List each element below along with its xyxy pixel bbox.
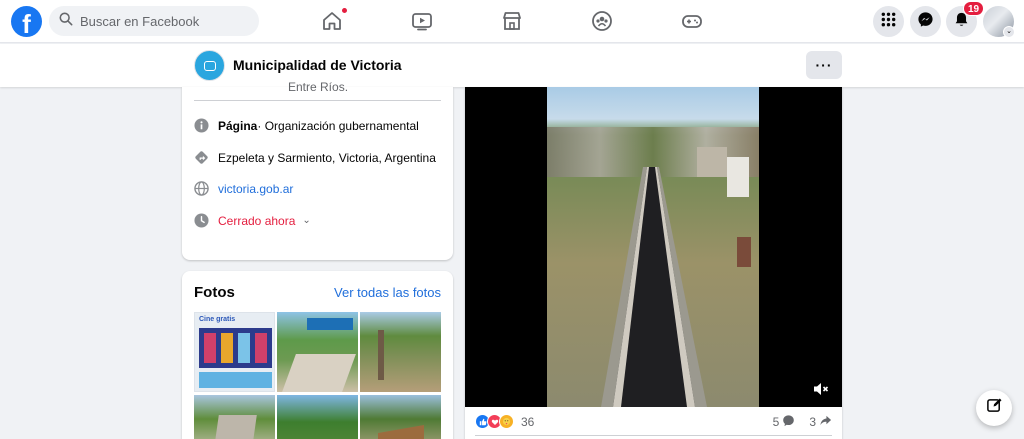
directions-icon [194, 150, 209, 165]
marketplace-icon[interactable] [500, 9, 524, 33]
website-link[interactable]: victoria.gob.ar [218, 182, 293, 196]
reaction-count[interactable]: 36 [521, 415, 534, 429]
comment-icon [779, 414, 795, 430]
grid-menu-icon [880, 11, 897, 33]
notifications-badge: 19 [963, 1, 985, 16]
account-chevron-icon[interactable]: ⌄ [1003, 26, 1015, 38]
poster-heading: Cine gratis [199, 316, 236, 323]
share-icon [816, 414, 832, 430]
video-player[interactable] [465, 87, 842, 407]
globe-icon [194, 181, 209, 196]
messenger-icon [917, 11, 934, 33]
video-frame [547, 87, 759, 407]
photo-thumbnail[interactable] [277, 395, 358, 439]
page-category: · Organización gubernamental [257, 118, 419, 133]
mute-icon[interactable] [812, 380, 830, 398]
home-notification-dot [341, 7, 348, 14]
hours-row[interactable]: Cerrado ahora ⌄ [194, 213, 311, 228]
page-logo-icon [203, 60, 216, 71]
watch-icon[interactable] [410, 9, 434, 33]
chevron-down-icon[interactable]: ⌄ [302, 215, 310, 226]
gaming-icon[interactable] [680, 9, 704, 33]
clock-icon [194, 213, 209, 228]
category-row: Página · Organización gubernamental [194, 118, 419, 133]
info-icon [194, 118, 209, 133]
photo-thumbnail[interactable]: Cine gratis [194, 312, 275, 392]
post-stats: 5 3 [773, 414, 832, 430]
photo-thumbnail[interactable] [277, 312, 358, 392]
photo-path [213, 415, 257, 439]
poster-footer [199, 372, 272, 388]
page-avatar[interactable] [194, 50, 225, 81]
post-card: 36 5 3 [465, 87, 842, 439]
compose-icon [986, 397, 1003, 419]
page-address[interactable]: Ezpeleta y Sarmiento, Victoria, Argentin… [218, 151, 436, 165]
home-icon[interactable] [320, 7, 348, 33]
photo-thumbnail[interactable] [360, 395, 441, 439]
address-row: Ezpeleta y Sarmiento, Victoria, Argentin… [194, 150, 436, 165]
messenger-button[interactable] [910, 6, 941, 37]
photos-title: Fotos [194, 284, 235, 301]
page-type-label: Página [218, 118, 258, 133]
poster-graphic [199, 328, 272, 368]
more-options-button[interactable]: ··· [806, 51, 842, 79]
reactions-summary[interactable]: 36 [475, 414, 534, 429]
photo-banner [307, 318, 353, 330]
search-input[interactable] [80, 13, 250, 29]
photo-tree [378, 330, 384, 380]
care-reaction-icon [499, 414, 514, 429]
facebook-logo[interactable]: f [11, 6, 42, 37]
photo-thumbnail[interactable] [360, 312, 441, 392]
see-all-photos-link[interactable]: Ver todas las fotos [334, 285, 441, 300]
photo-bench [378, 424, 424, 439]
photo-thumbnail[interactable] [194, 395, 275, 439]
intro-card: Entre Ríos. Página · Organización gubern… [182, 80, 453, 260]
search-icon [59, 12, 73, 31]
top-navigation-bar: f 19 [0, 0, 1024, 43]
intro-description-fragment: Entre Ríos. [288, 80, 349, 94]
hours-status[interactable]: Cerrado ahora [218, 214, 295, 228]
page-title[interactable]: Municipalidad de Victoria [233, 57, 402, 73]
video-street [601, 147, 751, 407]
photo-path [282, 354, 356, 392]
website-row: victoria.gob.ar [194, 181, 293, 196]
shares-count[interactable]: 3 [809, 415, 816, 429]
intro-divider [194, 100, 441, 101]
menu-button[interactable] [873, 6, 904, 37]
photos-card: Fotos Ver todas las fotos Cine gratis [182, 271, 453, 439]
post-divider [475, 435, 832, 436]
new-message-button[interactable] [976, 390, 1012, 426]
comments-count[interactable]: 5 [773, 415, 780, 429]
search-box[interactable] [49, 6, 259, 36]
page-header-bar: Municipalidad de Victoria ··· [0, 44, 1024, 87]
groups-icon[interactable] [590, 9, 614, 33]
